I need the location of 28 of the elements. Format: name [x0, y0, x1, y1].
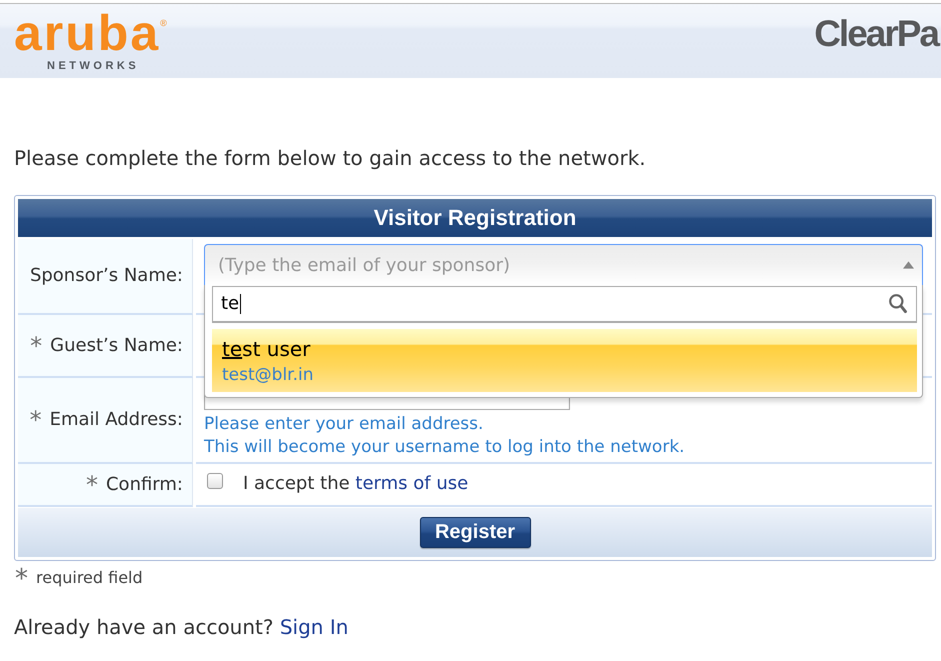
required-asterisk: * — [86, 474, 98, 496]
text-cursor-icon — [240, 294, 242, 314]
checkbox[interactable] — [207, 473, 223, 489]
registered-mark: ® — [160, 19, 167, 28]
field-label: Email Address: — [50, 409, 183, 431]
required-note: required field — [36, 567, 143, 589]
required-asterisk: * — [30, 334, 42, 356]
logo-tagline: NETWORKS — [47, 61, 140, 72]
dropdown-option[interactable]: test user test@blr.in — [212, 329, 917, 392]
search-icon — [889, 294, 907, 314]
field-hint: This will become your username to log into the network. — [204, 436, 686, 459]
field-label: Guest’s Name: — [50, 334, 183, 356]
product-name: ClearPa — [814, 15, 938, 52]
signin-link[interactable]: Sign In — [280, 615, 348, 639]
required-asterisk: * — [30, 409, 42, 431]
field-label: Sponsor’s Name: — [30, 265, 183, 287]
terms-link[interactable]: terms of use — [355, 473, 468, 494]
terms-text: I accept the terms of use — [243, 473, 468, 495]
signin-text: Already have an account? Sign In — [14, 615, 350, 639]
field-hint: Please enter your email address. — [204, 413, 484, 436]
required-asterisk: * — [15, 568, 28, 590]
form-title: Visitor Registration — [18, 199, 932, 237]
register-button[interactable]: Register — [420, 517, 530, 548]
intro-text: Please complete the form below to gain access to the network. — [14, 148, 647, 168]
logo-wordmark: aruba — [14, 8, 160, 58]
search-field[interactable]: te — [212, 286, 917, 323]
caret-icon — [903, 261, 914, 269]
field-label: Confirm: — [106, 474, 183, 496]
